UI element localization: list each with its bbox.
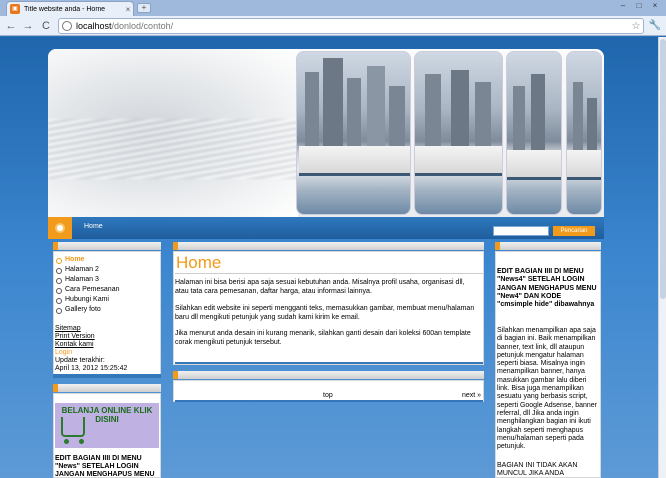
menu-item-cara-pemesanan[interactable]: Cara Pemesanan xyxy=(55,285,119,295)
content-bottom-line xyxy=(175,362,483,364)
pager-bottom-line xyxy=(175,400,483,402)
city-panel-3 xyxy=(506,51,562,215)
right-body: Silahkan menampilkan apa saja di bagian … xyxy=(497,327,598,451)
page-title: Home xyxy=(176,253,222,272)
next-link[interactable]: next » xyxy=(462,392,481,399)
minimize-button[interactable]: – xyxy=(616,1,630,12)
menu-item-home[interactable]: Home xyxy=(55,255,119,265)
left-notice: EDIT BAGIAN IIII DI MENU "News" SETELAH … xyxy=(55,455,155,478)
window-controls: – □ × xyxy=(616,1,662,12)
footer-bar xyxy=(173,371,484,379)
top-link[interactable]: top xyxy=(323,392,333,399)
city-panel-2 xyxy=(414,51,503,215)
login-link[interactable]: Login xyxy=(55,349,127,357)
shop-banner[interactable]: BELANJA ONLINE KLIK DISINI xyxy=(55,403,159,448)
cart-wheel-icon xyxy=(79,439,84,444)
right-footer-text: BAGIAN INI TIDAK AKAN MUNCUL JIKA ANDA xyxy=(497,462,578,478)
menu-item-halaman-2[interactable]: Halaman 2 xyxy=(55,265,119,275)
reload-icon[interactable]: C xyxy=(39,19,53,33)
menu-item-gallery-foto[interactable]: Gallery foto xyxy=(55,305,119,315)
url-host: localhost xyxy=(76,21,112,31)
update-label: Update terakhir: xyxy=(55,357,105,364)
nav-home-link[interactable]: Home xyxy=(84,223,103,230)
favicon-icon: ▣ xyxy=(10,4,20,14)
content-paragraph-2: Silahkan edit website ini seperti mengga… xyxy=(175,305,475,321)
close-tab-icon[interactable]: × xyxy=(123,5,133,14)
update-date: April 13, 2012 15:25:42 xyxy=(55,365,128,372)
menu-item-halaman-3[interactable]: Halaman 3 xyxy=(55,275,119,285)
close-window-button[interactable]: × xyxy=(648,1,662,12)
title-divider xyxy=(175,273,483,274)
left-separator xyxy=(53,374,161,378)
city-panel-4 xyxy=(566,51,602,215)
sitemap-link[interactable]: Sitemap xyxy=(55,325,127,333)
sea-foam-image xyxy=(48,49,298,217)
browser-chrome: ▣ Title website anda - Home × + – □ × ← … xyxy=(0,0,666,36)
content-paragraph-1: Halaman ini bisa berisi apa saja sesuai … xyxy=(175,279,465,295)
shopping-cart-icon xyxy=(61,417,85,437)
sidebar-links: Sitemap Print Version Kontak kami Login … xyxy=(55,325,127,373)
home-icon[interactable] xyxy=(48,217,72,239)
globe-icon xyxy=(62,21,72,31)
scrollbar[interactable] xyxy=(658,37,666,478)
right-sidebar-bar xyxy=(495,242,601,250)
right-notice: EDIT BAGIAN IIII DI MENU "News4" SETELAH… xyxy=(497,268,597,309)
city-panel-1 xyxy=(296,51,411,215)
back-icon[interactable]: ← xyxy=(4,19,18,33)
sidebar-menu: Home Halaman 2 Halaman 3 Cara Pemesanan … xyxy=(55,255,119,315)
print-version-link[interactable]: Print Version xyxy=(55,333,127,341)
forward-icon[interactable]: → xyxy=(21,19,35,33)
header-image xyxy=(48,49,604,217)
left-sidebar-bar xyxy=(53,242,161,250)
search-button[interactable]: Pencarian xyxy=(553,226,595,236)
tab-title: Title website anda - Home xyxy=(24,5,106,13)
browser-tab[interactable]: ▣ Title website anda - Home × xyxy=(6,1,134,16)
search-input[interactable] xyxy=(493,226,549,236)
url-text[interactable]: localhost/donlod/contoh/ xyxy=(76,21,629,31)
wrench-icon[interactable]: 🔧 xyxy=(648,19,662,33)
menu-item-hubungi-kami[interactable]: Hubungi Kami xyxy=(55,295,119,305)
cart-wheel-icon xyxy=(64,439,69,444)
browser-toolbar: ← → C localhost/donlod/contoh/ ☆ 🔧 xyxy=(0,16,666,36)
bookmark-star-icon[interactable]: ☆ xyxy=(629,21,643,32)
scrollbar-thumb[interactable] xyxy=(660,39,666,299)
url-path: /donlod/contoh/ xyxy=(111,21,174,31)
content-paragraph-3: Jika menurut anda desain ini kurang mena… xyxy=(175,330,471,346)
tab-strip: ▣ Title website anda - Home × + – □ × xyxy=(0,0,666,16)
new-tab-button[interactable]: + xyxy=(137,3,151,13)
content-bar xyxy=(173,242,484,250)
address-bar[interactable]: localhost/donlod/contoh/ ☆ xyxy=(58,18,644,34)
kontak-link[interactable]: Kontak kami xyxy=(55,341,127,349)
left-banner-bar xyxy=(53,384,161,392)
maximize-button[interactable]: □ xyxy=(632,1,646,12)
